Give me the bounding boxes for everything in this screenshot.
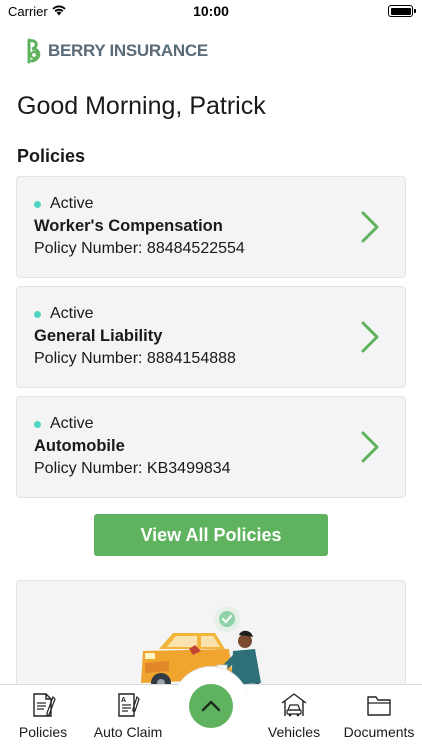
chevron-right-icon[interactable] xyxy=(358,429,382,465)
tab-auto-claim[interactable]: A Auto Claim xyxy=(88,685,168,750)
tab-label: Documents xyxy=(343,724,415,740)
tab-documents[interactable]: Documents xyxy=(339,685,419,750)
auto-claim-form-icon: A xyxy=(118,693,140,717)
greeting-title: Good Morning, Patrick xyxy=(17,92,266,120)
tab-vehicles[interactable]: Vehicles xyxy=(262,685,326,750)
policy-document-icon xyxy=(33,693,56,717)
battery-icon xyxy=(388,5,416,17)
policy-status-label: Active xyxy=(50,415,94,432)
policy-name: Automobile xyxy=(34,437,125,455)
svg-text:A: A xyxy=(121,697,126,704)
tab-label: Policies xyxy=(18,724,68,740)
berry-logo-icon xyxy=(27,38,41,64)
policy-card[interactable]: Active Worker's Compensation Policy Numb… xyxy=(16,176,406,278)
brand-name: BERRY INSURANCE xyxy=(48,41,208,60)
status-dot-icon xyxy=(34,310,41,318)
policy-status: Active xyxy=(34,195,94,213)
policy-card[interactable]: Active General Liability Policy Number: … xyxy=(16,286,406,388)
status-dot-icon xyxy=(34,420,41,428)
policy-card[interactable]: Active Automobile Policy Number: KB34998… xyxy=(16,396,406,498)
view-all-policies-button[interactable]: View All Policies xyxy=(94,514,328,556)
policy-status-label: Active xyxy=(50,305,94,322)
status-time: 10:00 xyxy=(193,3,229,19)
status-bar: Carrier 10:00 xyxy=(0,0,422,24)
policy-number: Policy Number: KB3499834 xyxy=(34,460,231,477)
folder-icon xyxy=(367,696,391,716)
chevron-right-icon[interactable] xyxy=(358,209,382,245)
tab-policies[interactable]: Policies xyxy=(12,685,74,750)
tab-label: Vehicles xyxy=(267,724,321,740)
policy-name: Worker's Compensation xyxy=(34,217,223,235)
policies-section-title: Policies xyxy=(17,146,86,166)
policy-name: General Liability xyxy=(34,327,163,345)
policy-number: Policy Number: 88484522554 xyxy=(34,240,245,257)
expand-menu-button[interactable] xyxy=(189,684,233,728)
policy-status: Active xyxy=(34,415,94,433)
policy-status: Active xyxy=(34,305,94,323)
tab-label: Auto Claim xyxy=(93,724,163,740)
status-dot-icon xyxy=(34,200,41,208)
policy-status-label: Active xyxy=(50,195,94,212)
garage-car-icon xyxy=(281,693,307,717)
chevron-right-icon[interactable] xyxy=(358,319,382,355)
brand-logo: BERRY INSURANCE xyxy=(24,36,208,66)
chevron-up-icon xyxy=(201,700,221,712)
policy-number: Policy Number: 8884154888 xyxy=(34,350,236,367)
